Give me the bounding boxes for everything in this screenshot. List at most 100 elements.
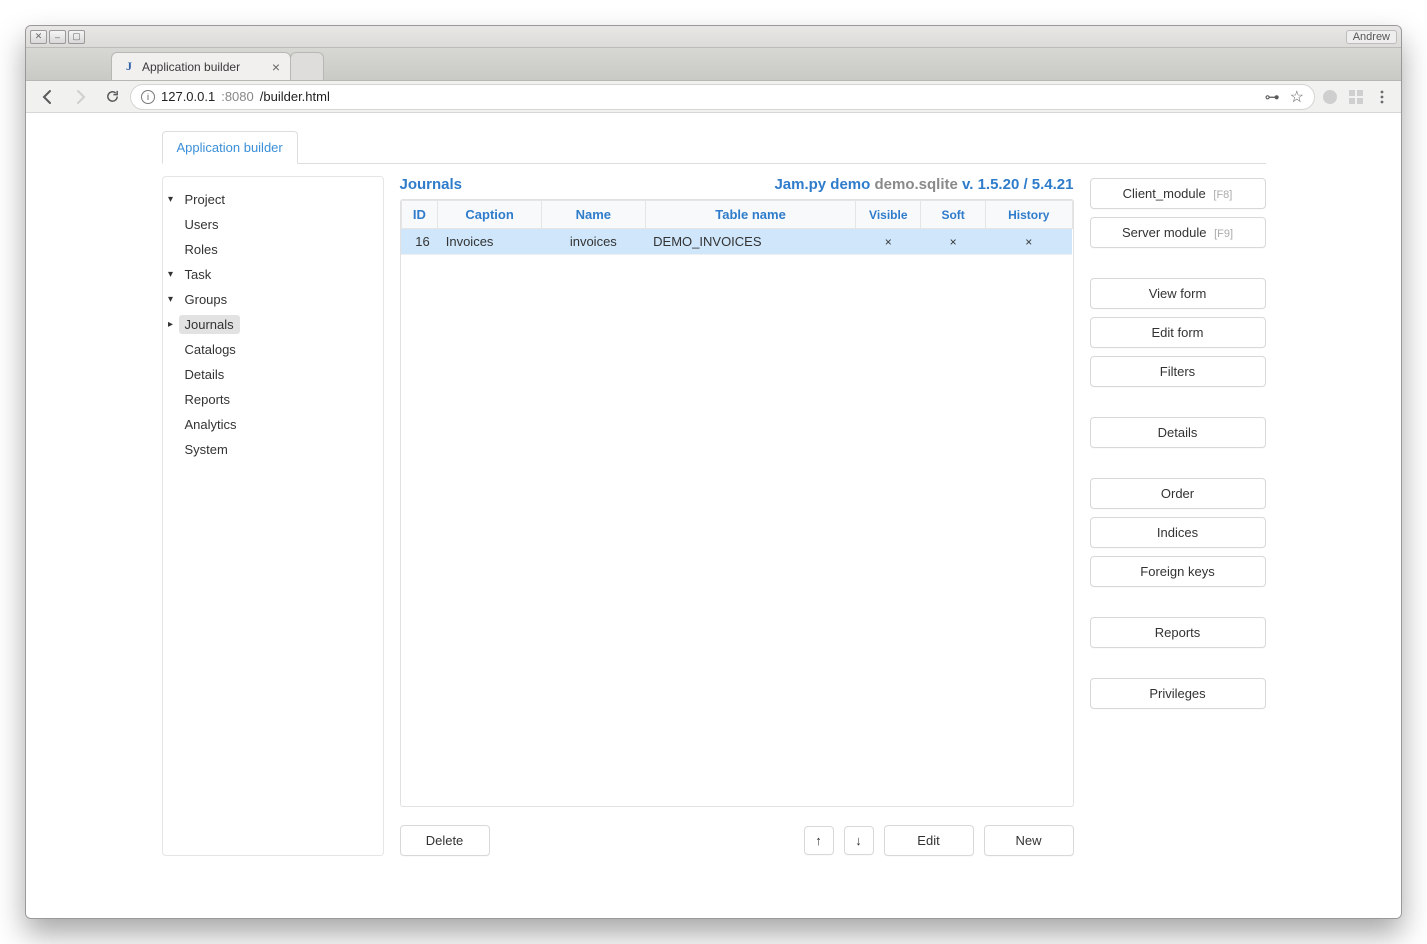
- window-close-button[interactable]: ✕: [30, 30, 47, 44]
- items-grid: ID Caption Name Table name Visible Soft …: [400, 199, 1074, 807]
- reload-icon: [105, 89, 120, 104]
- url-path: /builder.html: [260, 89, 330, 104]
- app-name: Jam.py demo: [774, 176, 870, 193]
- col-id[interactable]: ID: [401, 201, 438, 229]
- col-name[interactable]: Name: [541, 201, 645, 229]
- tree-label: Details: [179, 365, 231, 384]
- tree-label: Groups: [179, 290, 234, 309]
- project-tree: ▾ Project Users Roles ▾ Task: [162, 176, 384, 856]
- cell-history: ×: [986, 229, 1072, 255]
- url-host: 127.0.0.1: [161, 89, 215, 104]
- view-form-button[interactable]: View form: [1090, 278, 1266, 309]
- shortcut-hint: [F8]: [1213, 189, 1232, 201]
- privileges-button[interactable]: Privileges: [1090, 678, 1266, 709]
- col-tablename[interactable]: Table name: [645, 201, 856, 229]
- col-soft[interactable]: Soft: [921, 201, 986, 229]
- db-name: demo.sqlite: [874, 176, 957, 193]
- tree-node-task[interactable]: ▾ Task: [163, 262, 383, 287]
- tree-label: Task: [179, 265, 218, 284]
- cell-soft: ×: [921, 229, 986, 255]
- button-label: Client_module: [1123, 186, 1206, 201]
- delete-button[interactable]: Delete: [400, 825, 490, 856]
- os-user-label: Andrew: [1346, 30, 1397, 44]
- profile-icon[interactable]: [1319, 86, 1341, 108]
- url-port: :8080: [221, 89, 254, 104]
- foreign-keys-button[interactable]: Foreign keys: [1090, 556, 1266, 587]
- tree-node-users[interactable]: Users: [163, 212, 383, 237]
- cell-caption: Invoices: [438, 229, 542, 255]
- cell-name: invoices: [541, 229, 645, 255]
- tree-label: Project: [179, 190, 231, 209]
- edit-form-button[interactable]: Edit form: [1090, 317, 1266, 348]
- server-module-button[interactable]: Server module [F9]: [1090, 217, 1266, 248]
- nav-back-button[interactable]: [34, 85, 62, 109]
- window-minimize-button[interactable]: –: [49, 30, 66, 44]
- table-row[interactable]: 16 Invoices invoices DEMO_INVOICES × × ×: [401, 229, 1072, 255]
- nav-forward-button[interactable]: [66, 85, 94, 109]
- tree-label: Users: [179, 215, 225, 234]
- apps-icon[interactable]: [1345, 86, 1367, 108]
- tree-label: Catalogs: [179, 340, 242, 359]
- window-maximize-button[interactable]: ▢: [68, 30, 85, 44]
- right-actions: Client_module [F8] Server module [F9] Vi…: [1090, 176, 1266, 856]
- chevron-down-icon: ▾: [163, 294, 179, 305]
- page-area: Application builder ▾ Project Users: [26, 113, 1401, 918]
- move-down-button[interactable]: ↓: [844, 826, 874, 855]
- order-button[interactable]: Order: [1090, 478, 1266, 509]
- key-icon[interactable]: ⊶: [1265, 88, 1280, 106]
- browser-tab-active[interactable]: J Application builder ×: [111, 52, 291, 80]
- tree-label: System: [179, 440, 234, 459]
- tree-node-system[interactable]: System: [163, 437, 383, 462]
- arrow-left-icon: [40, 89, 56, 105]
- nav-reload-button[interactable]: [98, 85, 126, 109]
- client-module-button[interactable]: Client_module [F8]: [1090, 178, 1266, 209]
- center-header: Journals Jam.py demo demo.sqlite v. 1.5.…: [400, 176, 1074, 193]
- tree-label: Reports: [179, 390, 237, 409]
- close-icon[interactable]: ×: [272, 60, 280, 74]
- page-title: Journals: [400, 176, 463, 193]
- os-window: ✕ – ▢ Andrew J Application builder ×: [25, 25, 1402, 919]
- tree-node-reports[interactable]: Reports: [163, 387, 383, 412]
- browser-new-tab[interactable]: [290, 52, 324, 80]
- os-titlebar: ✕ – ▢ Andrew: [26, 26, 1401, 48]
- tree-node-roles[interactable]: Roles: [163, 237, 383, 262]
- tab-application-builder[interactable]: Application builder: [162, 131, 298, 164]
- arrow-right-icon: [72, 89, 88, 105]
- chevron-down-icon: ▾: [163, 194, 179, 205]
- col-caption[interactable]: Caption: [438, 201, 542, 229]
- tree-label: Journals: [179, 315, 240, 334]
- star-icon[interactable]: ☆: [1290, 87, 1304, 107]
- favicon-icon: J: [122, 60, 136, 74]
- menu-icon[interactable]: [1371, 86, 1393, 108]
- bottom-toolbar: Delete ↑ ↓ Edit New: [400, 825, 1074, 856]
- col-history[interactable]: History: [986, 201, 1072, 229]
- tree-node-details[interactable]: Details: [163, 362, 383, 387]
- col-visible[interactable]: Visible: [856, 201, 921, 229]
- browser-tab-title: Application builder: [142, 60, 240, 74]
- edit-button[interactable]: Edit: [884, 825, 974, 856]
- tree-label: Analytics: [179, 415, 243, 434]
- chevron-down-icon: ▾: [163, 269, 179, 280]
- cell-visible: ×: [856, 229, 921, 255]
- move-up-button[interactable]: ↑: [804, 826, 834, 855]
- button-label: Server module: [1122, 225, 1207, 240]
- filters-button[interactable]: Filters: [1090, 356, 1266, 387]
- tree-node-groups[interactable]: ▾ Groups: [163, 287, 383, 312]
- cell-id: 16: [401, 229, 438, 255]
- tree-node-project[interactable]: ▾ Project: [163, 187, 383, 212]
- tree-node-analytics[interactable]: Analytics: [163, 412, 383, 437]
- chevron-right-icon: ▸: [163, 319, 179, 330]
- shortcut-hint: [F9]: [1214, 228, 1233, 240]
- cell-tablename: DEMO_INVOICES: [645, 229, 856, 255]
- reports-button[interactable]: Reports: [1090, 617, 1266, 648]
- site-info-icon[interactable]: i: [141, 90, 155, 104]
- app-tabs: Application builder: [162, 131, 1266, 164]
- tree-node-journals[interactable]: ▸ Journals: [163, 312, 383, 337]
- version-label: v. 1.5.20 / 5.4.21: [962, 176, 1073, 193]
- browser-addressbar: i 127.0.0.1 :8080/builder.html ⊶ ☆: [26, 81, 1401, 113]
- new-button[interactable]: New: [984, 825, 1074, 856]
- omnibox[interactable]: i 127.0.0.1 :8080/builder.html ⊶ ☆: [130, 84, 1315, 110]
- tree-node-catalogs[interactable]: Catalogs: [163, 337, 383, 362]
- details-button[interactable]: Details: [1090, 417, 1266, 448]
- indices-button[interactable]: Indices: [1090, 517, 1266, 548]
